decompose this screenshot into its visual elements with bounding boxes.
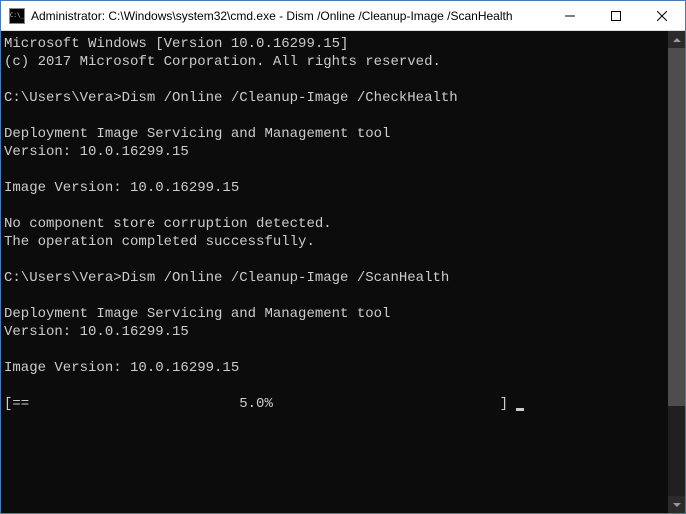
image-version-line: Image Version: 10.0.16299.15 [4,180,239,196]
minimize-button[interactable] [547,1,593,30]
result-line: No component store corruption detected. [4,216,332,232]
os-version-line: Microsoft Windows [Version 10.0.16299.15… [4,36,348,52]
prompt-path: C:\Users\Vera> [4,90,122,106]
terminal-container: Microsoft Windows [Version 10.0.16299.15… [1,31,685,513]
window-controls [547,1,685,30]
maximize-button[interactable] [593,1,639,30]
command-text: Dism /Online /Cleanup-Image /ScanHealth [122,270,450,286]
window-titlebar: Administrator: C:\Windows\system32\cmd.e… [1,1,685,31]
progress-bar-line: [== 5.0% ] [4,396,516,412]
close-button[interactable] [639,1,685,30]
vertical-scrollbar[interactable] [668,31,685,513]
tool-name-line: Deployment Image Servicing and Managemen… [4,306,390,322]
result-line: The operation completed successfully. [4,234,315,250]
text-cursor [516,408,524,411]
window-title: Administrator: C:\Windows\system32\cmd.e… [31,9,547,23]
tool-version-line: Version: 10.0.16299.15 [4,144,189,160]
scroll-track[interactable] [668,48,685,496]
terminal-output[interactable]: Microsoft Windows [Version 10.0.16299.15… [1,31,668,513]
scroll-up-arrow[interactable] [668,31,685,48]
tool-name-line: Deployment Image Servicing and Managemen… [4,126,390,142]
command-text: Dism /Online /Cleanup-Image /CheckHealth [122,90,458,106]
scroll-thumb[interactable] [668,48,685,406]
image-version-line: Image Version: 10.0.16299.15 [4,360,239,376]
tool-version-line: Version: 10.0.16299.15 [4,324,189,340]
scroll-down-arrow[interactable] [668,496,685,513]
cmd-icon [9,8,25,24]
prompt-path: C:\Users\Vera> [4,270,122,286]
copyright-line: (c) 2017 Microsoft Corporation. All righ… [4,54,441,70]
